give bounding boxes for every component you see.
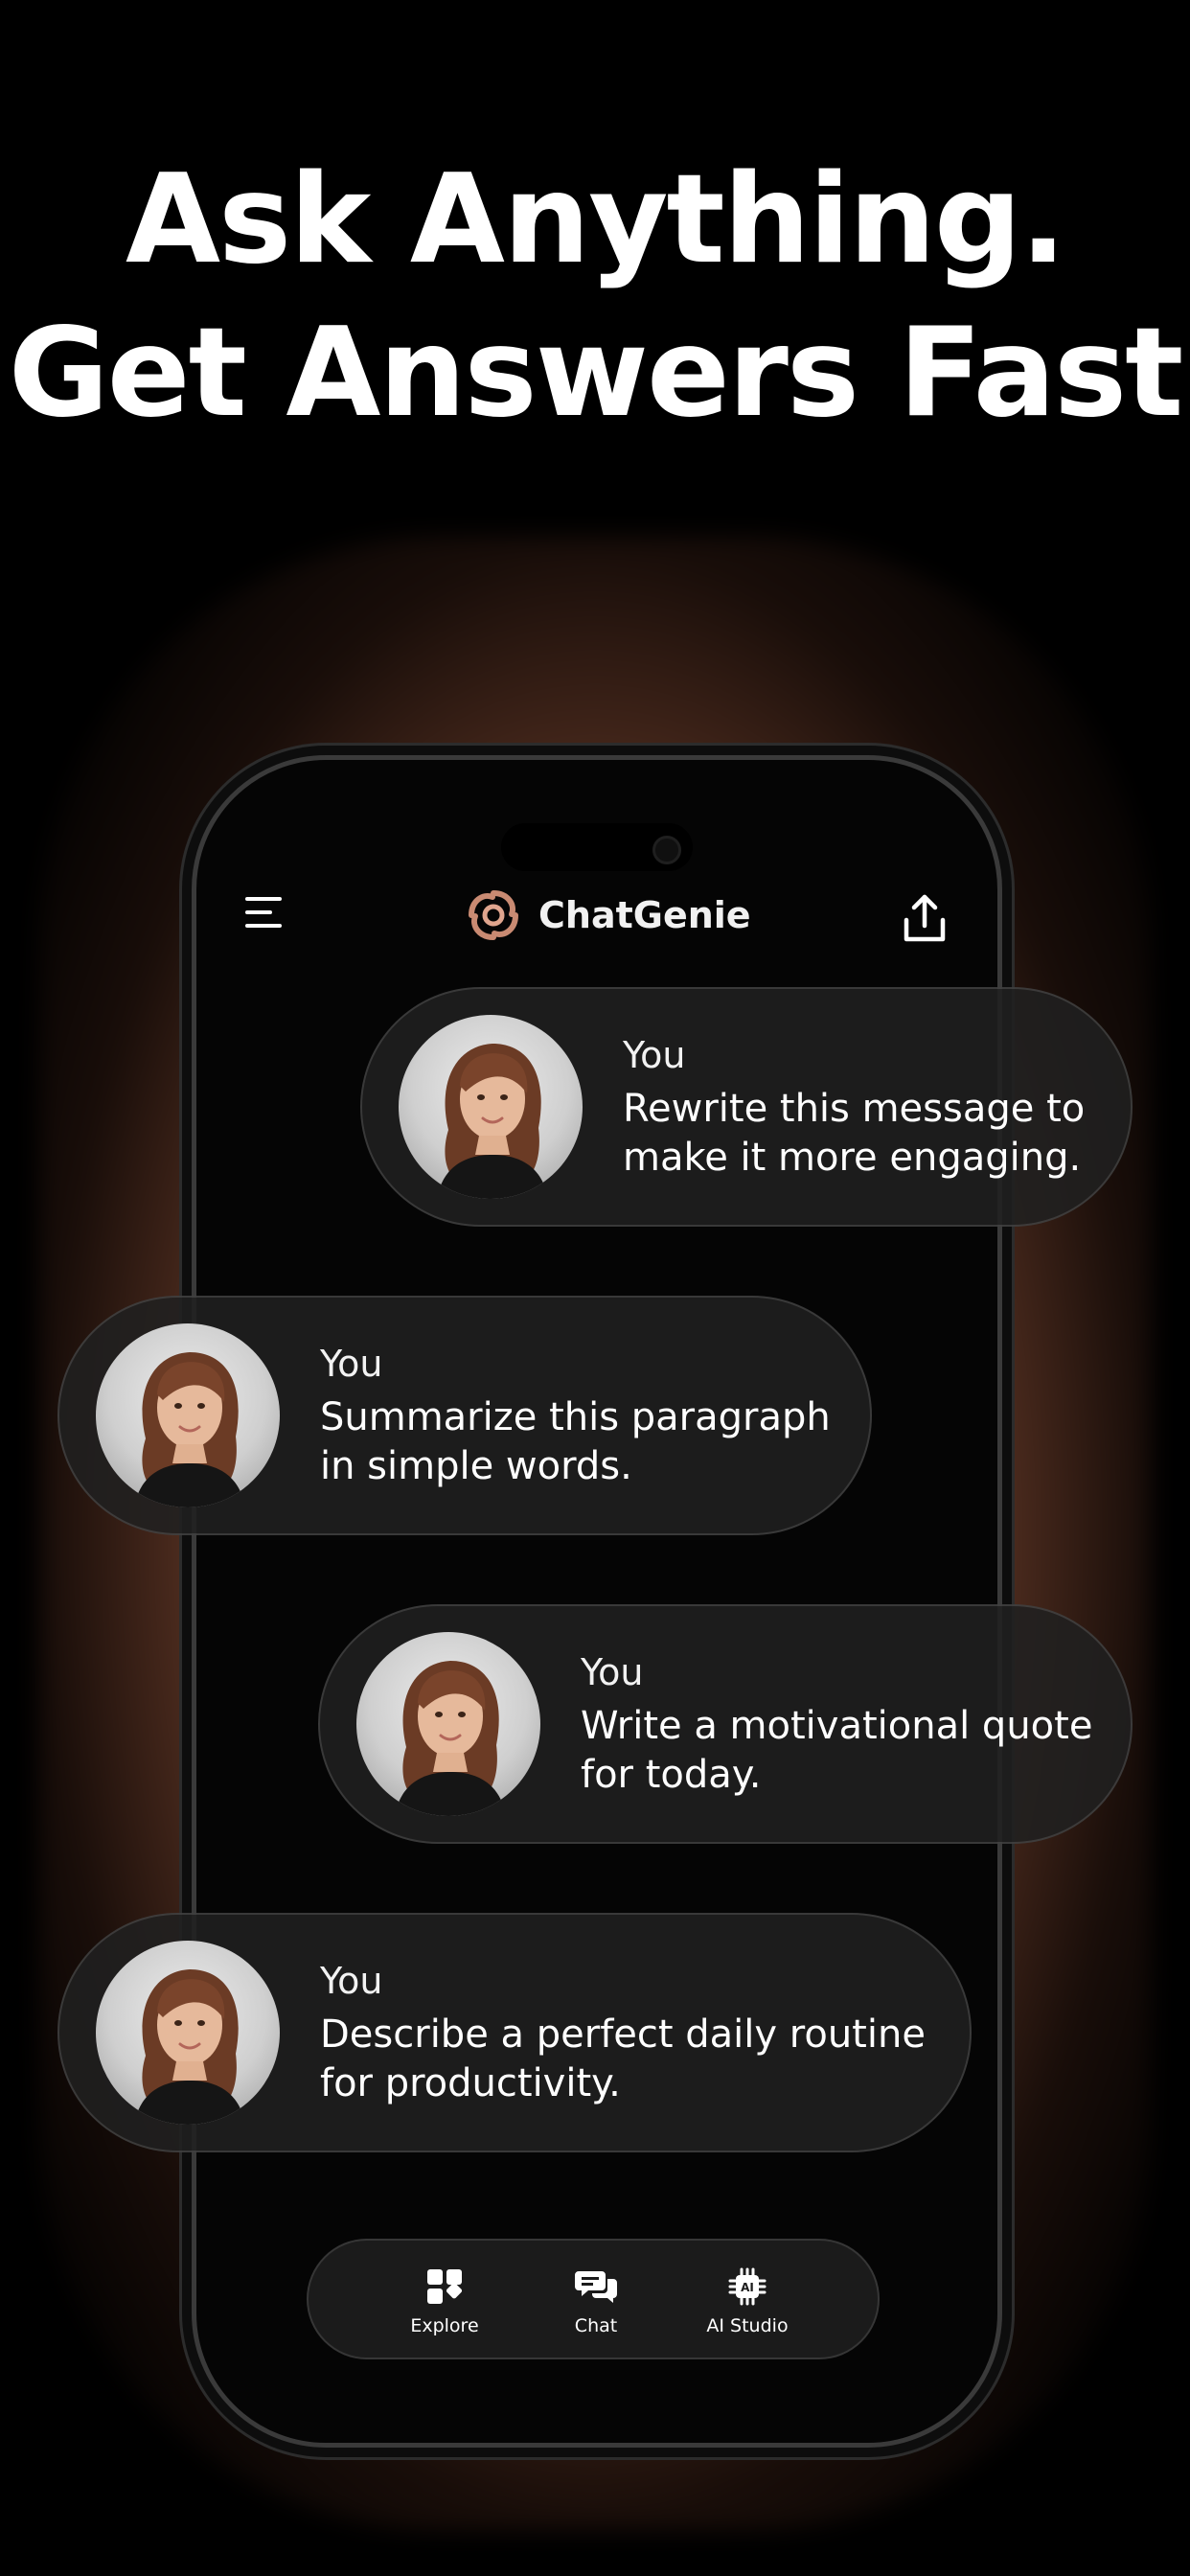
avatar xyxy=(399,1015,583,1199)
message-bubble[interactable]: You Summarize this paragraph in simple w… xyxy=(57,1296,872,1535)
hamburger-menu-icon[interactable] xyxy=(245,897,282,928)
message-text: Summarize this paragraph in simple words… xyxy=(320,1393,831,1491)
message-line: in simple words. xyxy=(320,1444,632,1488)
avatar xyxy=(356,1632,540,1816)
tab-label: Explore xyxy=(410,2315,479,2336)
message-text: Describe a perfect daily routine for pro… xyxy=(320,2011,926,2108)
message-content: You Summarize this paragraph in simple w… xyxy=(320,1340,831,1491)
message-line: Write a motivational quote xyxy=(581,1704,1093,1748)
camera-lens xyxy=(652,836,681,864)
message-line: Summarize this paragraph xyxy=(320,1395,831,1439)
message-content: You Rewrite this message to make it more… xyxy=(623,1031,1085,1183)
ai-chip-icon: AI xyxy=(728,2267,767,2306)
tab-label: Chat xyxy=(574,2315,618,2336)
grid-icon xyxy=(427,2269,463,2304)
message-content: You Write a motivational quote for today… xyxy=(581,1648,1092,1800)
message-line: for productivity. xyxy=(320,2061,621,2105)
message-author: You xyxy=(623,1034,686,1076)
message-author: You xyxy=(320,1960,383,2002)
headline: Ask Anything. Get Answers Fast xyxy=(0,144,1190,450)
avatar xyxy=(96,1941,280,2125)
message-line: Rewrite this message to xyxy=(623,1087,1086,1131)
message-author: You xyxy=(320,1343,383,1385)
tab-label: AI Studio xyxy=(706,2315,789,2336)
message-line: make it more engaging. xyxy=(623,1136,1082,1180)
message-text: Rewrite this message to make it more eng… xyxy=(623,1085,1085,1183)
ai-chip-text: AI xyxy=(741,2281,754,2294)
message-line: for today. xyxy=(581,1753,762,1797)
message-text: Write a motivational quote for today. xyxy=(581,1702,1092,1800)
chat-bubbles-icon xyxy=(575,2271,617,2303)
tab-explore[interactable]: Explore xyxy=(378,2267,512,2336)
app-name: ChatGenie xyxy=(538,894,751,936)
share-upload-icon[interactable] xyxy=(901,891,949,945)
message-content: You Describe a perfect daily routine for… xyxy=(320,1957,926,2108)
headline-line-1: Ask Anything. xyxy=(125,149,1066,291)
message-author: You xyxy=(581,1651,644,1693)
message-bubble[interactable]: You Rewrite this message to make it more… xyxy=(360,987,1133,1227)
message-bubble[interactable]: You Write a motivational quote for today… xyxy=(318,1604,1133,1844)
avatar xyxy=(96,1323,280,1507)
chatgenie-logo-icon xyxy=(469,890,518,940)
bottom-tab-bar: Explore Chat AI AI Studio xyxy=(307,2239,880,2359)
tab-ai-studio[interactable]: AI AI Studio xyxy=(680,2267,814,2336)
app-brand: ChatGenie xyxy=(460,882,751,949)
headline-line-2: Get Answers Fast xyxy=(8,302,1184,445)
message-bubble[interactable]: You Describe a perfect daily routine for… xyxy=(57,1913,972,2152)
message-line: Describe a perfect daily routine xyxy=(320,2012,926,2057)
tab-chat[interactable]: Chat xyxy=(529,2267,663,2336)
